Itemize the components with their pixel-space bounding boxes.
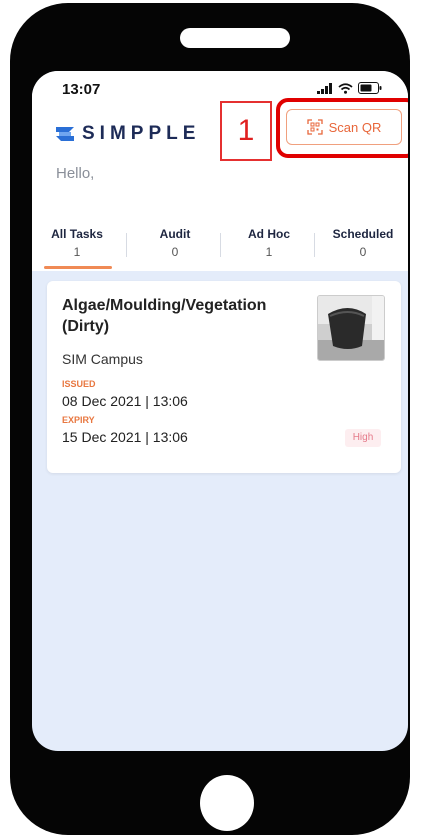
qr-scan-icon xyxy=(306,119,323,135)
expiry-value: 15 Dec 2021 | 13:06 xyxy=(62,429,188,445)
tab-divider xyxy=(314,233,315,257)
tab-ad-hoc[interactable]: Ad Hoc 1 xyxy=(224,227,314,259)
task-tabs: All Tasks 1 Audit 0 Ad Hoc 1 Scheduled 0 xyxy=(32,221,408,271)
annotation-box: 1 xyxy=(220,101,272,161)
task-location: SIM Campus xyxy=(62,351,143,367)
tab-label: Ad Hoc xyxy=(248,227,290,241)
status-icons xyxy=(317,82,382,94)
tab-label: Scheduled xyxy=(332,227,394,241)
task-photo xyxy=(318,296,384,360)
active-tab-indicator xyxy=(44,266,112,269)
battery-icon xyxy=(358,82,382,94)
tab-count: 0 xyxy=(359,245,367,259)
brand-name: SIMPPLE xyxy=(82,123,201,144)
tab-divider xyxy=(220,233,221,257)
tab-count: 1 xyxy=(73,245,81,259)
tab-all-tasks[interactable]: All Tasks 1 xyxy=(32,227,122,259)
status-time: 13:07 xyxy=(62,81,101,98)
tab-divider xyxy=(126,233,127,257)
tab-audit[interactable]: Audit 0 xyxy=(130,227,220,259)
wifi-icon xyxy=(338,82,353,94)
task-card[interactable]: Algae/Moulding/Vegetation (Dirty) SIM Ca… xyxy=(47,281,401,473)
tab-count: 1 xyxy=(265,245,273,259)
expiry-label: EXPIRY xyxy=(62,415,95,425)
task-thumbnail xyxy=(317,295,385,361)
phone-speaker xyxy=(180,28,290,48)
tab-scheduled[interactable]: Scheduled 0 xyxy=(318,227,408,259)
greeting-text: Hello, xyxy=(56,165,95,182)
scan-qr-button[interactable]: Scan QR xyxy=(286,109,402,145)
phone-frame: 13:07 SIMPPLE 1 Scan QR Hello, All Tasks… xyxy=(10,3,410,835)
priority-badge: High xyxy=(345,429,381,447)
tab-count: 0 xyxy=(171,245,179,259)
issued-value: 08 Dec 2021 | 13:06 xyxy=(62,393,188,409)
scan-qr-label: Scan QR xyxy=(328,119,382,135)
brand-logo: SIMPPLE xyxy=(54,123,200,145)
simpple-logo-icon xyxy=(56,127,74,141)
tab-label: All Tasks xyxy=(51,227,103,241)
tab-label: Audit xyxy=(159,227,191,241)
task-title: Algae/Moulding/Vegetation (Dirty) xyxy=(62,297,267,335)
app-screen: 13:07 SIMPPLE 1 Scan QR Hello, All Tasks… xyxy=(32,71,408,751)
annotation-number: 1 xyxy=(237,114,255,147)
issued-label: ISSUED xyxy=(62,379,96,389)
signal-icon xyxy=(317,82,332,94)
home-button[interactable] xyxy=(200,775,254,831)
